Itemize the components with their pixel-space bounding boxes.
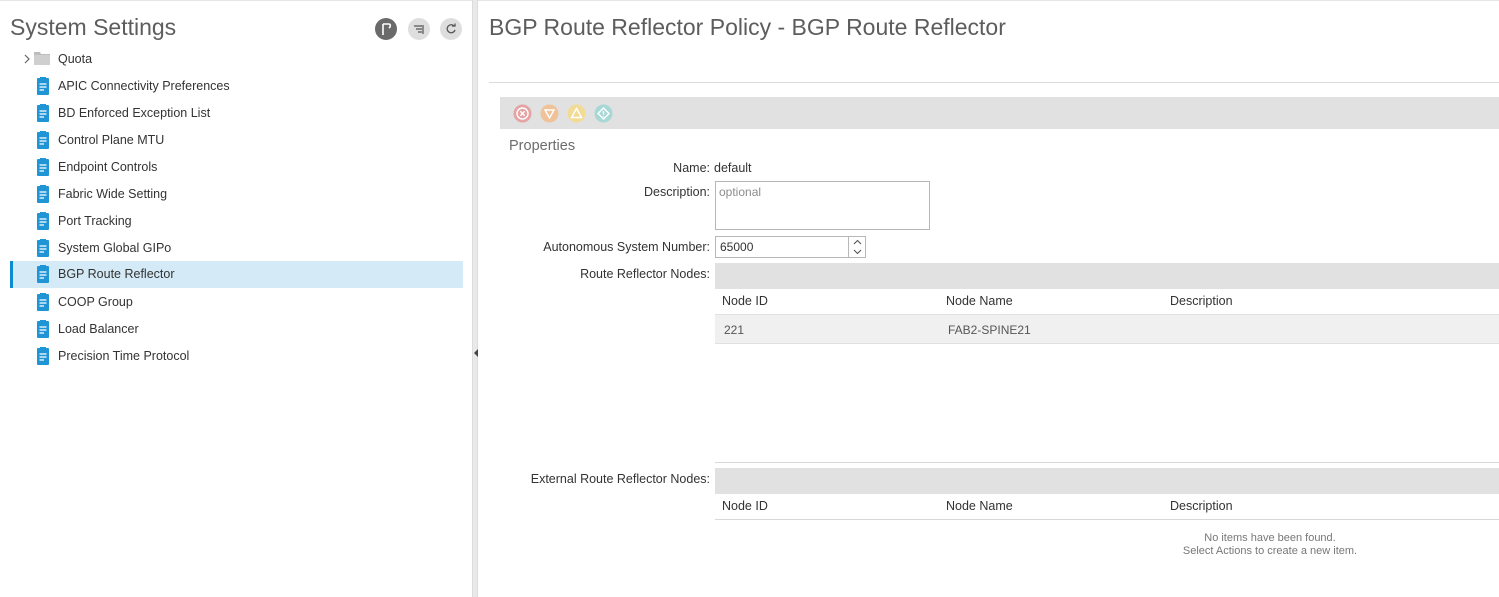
table-row[interactable]: 221 FAB2-SPINE21 [715, 314, 1499, 344]
page-title: BGP Route Reflector Policy - BGP Route R… [489, 14, 1006, 40]
rr-nodes-table-header: Node ID Node Name Description [715, 288, 1499, 314]
asn-input[interactable] [716, 237, 848, 257]
fault-summary-bar [500, 97, 1499, 129]
work-pane: BGP Route Reflector Policy - BGP Route R… [478, 0, 1499, 597]
tree-item-label: Quota [58, 52, 93, 66]
folder-icon [34, 52, 50, 65]
asn-label: Autonomous System Number: [543, 240, 710, 254]
name-value: default [714, 161, 752, 175]
policy-doc-icon [37, 212, 49, 230]
description-field[interactable] [715, 181, 930, 230]
policy-doc-icon [37, 104, 49, 122]
tree-item-load-balancer[interactable]: Load Balancer [10, 316, 463, 343]
policy-doc-icon [37, 77, 49, 95]
policy-doc-icon [37, 265, 49, 283]
warning-fault-icon[interactable] [594, 104, 613, 123]
minor-fault-icon[interactable] [567, 104, 586, 123]
rr-nodes-label: Route Reflector Nodes: [580, 267, 710, 281]
tree-item-bgp-route-reflector[interactable]: BGP Route Reflector [10, 261, 463, 288]
tree-item-port-tracking[interactable]: Port Tracking [10, 208, 463, 235]
tree-item-label: Load Balancer [58, 322, 139, 336]
tree-item-apic-connectivity-preferences[interactable]: APIC Connectivity Preferences [10, 73, 463, 100]
cell-node-name: FAB2-SPINE21 [948, 323, 1031, 337]
policy-doc-icon [37, 320, 49, 338]
major-fault-icon[interactable] [540, 104, 559, 123]
section-heading-properties: Properties [509, 138, 576, 154]
name-label: Name: [673, 161, 710, 175]
empty-state-hint: Select Actions to create a new item. [1182, 545, 1358, 557]
column-header-description[interactable]: Description [1170, 499, 1233, 513]
cell-node-id: 221 [724, 323, 745, 337]
column-header-node-id[interactable]: Node ID [722, 499, 768, 513]
navigation-pane: System Settings Quota APIC Connectivity … [0, 0, 472, 597]
tree-item-bd-enforced-exception-list[interactable]: BD Enforced Exception List [10, 100, 463, 127]
tree-item-system-global-gipo[interactable]: System Global GIPo [10, 235, 463, 262]
policy-doc-icon [37, 131, 49, 149]
tree-item-precision-time-protocol[interactable]: Precision Time Protocol [10, 343, 463, 370]
tree-item-label: BGP Route Reflector [58, 267, 175, 281]
asn-spinner[interactable] [848, 237, 865, 257]
divider [489, 82, 1499, 83]
column-header-node-name[interactable]: Node Name [946, 499, 1013, 513]
tree-item-label: COOP Group [58, 295, 133, 309]
policy-doc-icon [37, 293, 49, 311]
tree-item-coop-group[interactable]: COOP Group [10, 289, 463, 316]
policy-doc-icon [37, 185, 49, 203]
column-header-description[interactable]: Description [1170, 294, 1233, 308]
policy-doc-icon [37, 158, 49, 176]
table-bottom-rule [715, 462, 1499, 463]
tree-item-label: Fabric Wide Setting [58, 187, 168, 201]
empty-state-message: No items have been found. [1204, 532, 1336, 544]
ext-rr-nodes-label: External Route Reflector Nodes: [530, 472, 710, 486]
refresh-icon[interactable] [440, 18, 462, 40]
asn-stepper[interactable] [715, 236, 866, 258]
description-label: Description: [644, 185, 710, 199]
column-header-node-name[interactable]: Node Name [946, 294, 1013, 308]
tree-item-control-plane-mtu[interactable]: Control Plane MTU [10, 127, 463, 154]
column-header-node-id[interactable]: Node ID [722, 294, 768, 308]
tree-item-label: System Global GIPo [58, 241, 172, 255]
tree-item-label: Port Tracking [58, 214, 132, 228]
tree-item-endpoint-controls[interactable]: Endpoint Controls [10, 154, 463, 181]
critical-fault-icon[interactable] [513, 104, 532, 123]
chevron-right-icon[interactable] [22, 54, 32, 64]
table-header-rule [715, 519, 1499, 520]
filter-list-icon[interactable] [408, 18, 430, 40]
chevron-up-icon[interactable] [849, 237, 865, 247]
tree-item-label: BD Enforced Exception List [58, 106, 211, 120]
tree-item-label: Precision Time Protocol [58, 349, 190, 363]
pin-icon[interactable] [375, 18, 397, 40]
chevron-down-icon[interactable] [849, 247, 865, 257]
tree-item-label: APIC Connectivity Preferences [58, 79, 230, 93]
tree-item-label: Endpoint Controls [58, 160, 158, 174]
tree-item-label: Control Plane MTU [58, 133, 165, 147]
tree-item-quota[interactable]: Quota [10, 46, 463, 73]
ext-rr-nodes-table-header: Node ID Node Name Description [715, 493, 1499, 519]
policy-doc-icon [37, 239, 49, 257]
pane-title: System Settings [10, 14, 177, 40]
policy-doc-icon [37, 347, 49, 365]
tree-item-fabric-wide-setting[interactable]: Fabric Wide Setting [10, 181, 463, 208]
rr-nodes-toolbar [715, 263, 1499, 289]
ext-rr-nodes-toolbar [715, 468, 1499, 494]
